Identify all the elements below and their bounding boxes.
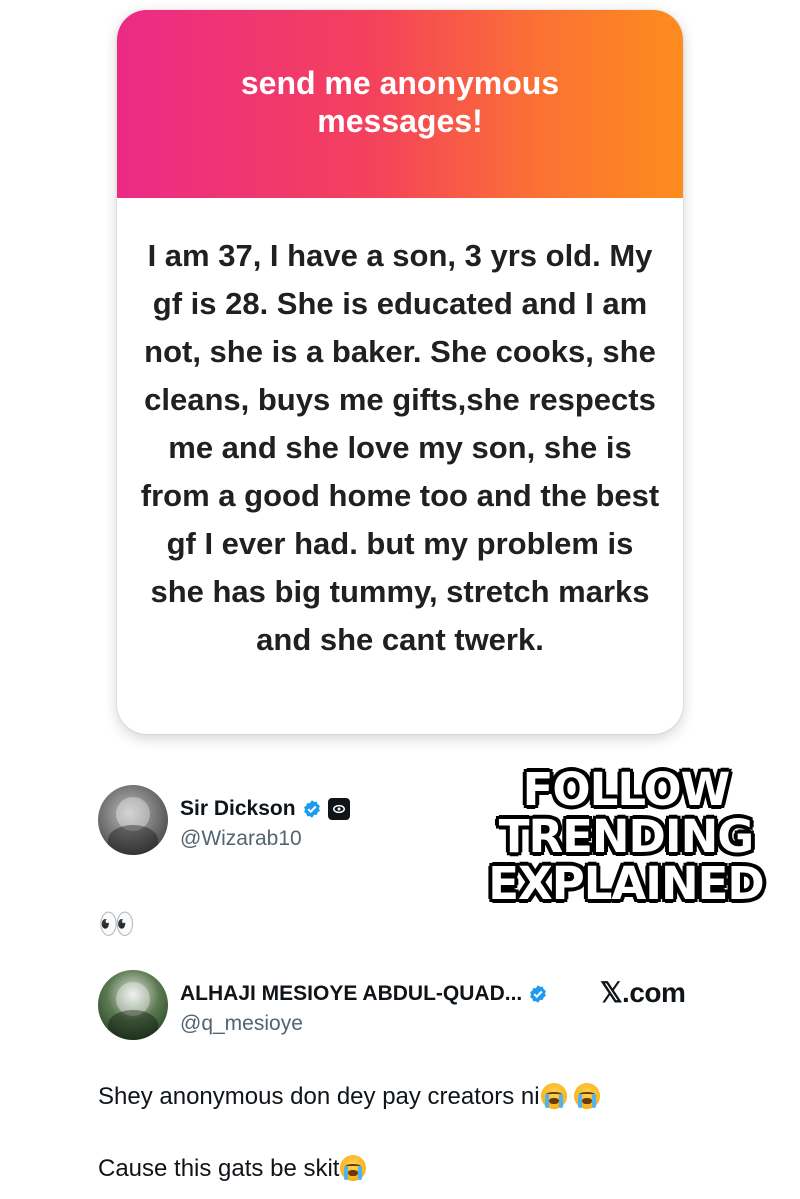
tweet-text: 👀 bbox=[98, 908, 136, 941]
loudly-crying-face-icon bbox=[574, 1083, 601, 1109]
card-header: send me anonymous messages! bbox=[117, 10, 683, 198]
handle: @Wizarab10 bbox=[180, 827, 302, 850]
tweet-author-row: ALHAJI MESIOYE ABDUL-QUAD... bbox=[180, 982, 548, 1006]
card-header-title: send me anonymous messages! bbox=[240, 65, 560, 139]
avatar[interactable] bbox=[98, 970, 168, 1040]
verified-badge-icon bbox=[530, 985, 547, 1003]
eye-badge-icon bbox=[327, 798, 350, 820]
tweet-text: Shey anonymous don dey pay creators ni bbox=[98, 1083, 540, 1110]
avatar[interactable] bbox=[98, 785, 168, 855]
tweet-text-line-2: Cause this gats be skit bbox=[98, 1155, 367, 1183]
tweet-sir-dickson[interactable]: Sir Dickson @Wizarab10 👀 bbox=[98, 785, 718, 941]
anonymous-message-text: I am 37, I have a son, 3 yrs old. My gf … bbox=[140, 238, 660, 657]
verified-badge-icon bbox=[303, 800, 320, 818]
loudly-crying-face-icon bbox=[540, 1083, 567, 1109]
anonymous-message-card: send me anonymous messages! I am 37, I h… bbox=[117, 10, 683, 734]
display-name[interactable]: ALHAJI MESIOYE ABDUL-QUAD... bbox=[180, 982, 522, 1006]
loudly-crying-face-icon bbox=[340, 1155, 367, 1181]
display-name[interactable]: Sir Dickson bbox=[180, 797, 296, 821]
tweet-text: Cause this gats be skit bbox=[98, 1155, 340, 1182]
tweet-author-row: Sir Dickson bbox=[180, 797, 350, 821]
handle: @q_mesioye bbox=[180, 1012, 303, 1035]
tweet-text-line-1: Shey anonymous don dey pay creators ni bbox=[98, 1083, 601, 1111]
source-label: 𝕏.com bbox=[600, 977, 686, 1008]
